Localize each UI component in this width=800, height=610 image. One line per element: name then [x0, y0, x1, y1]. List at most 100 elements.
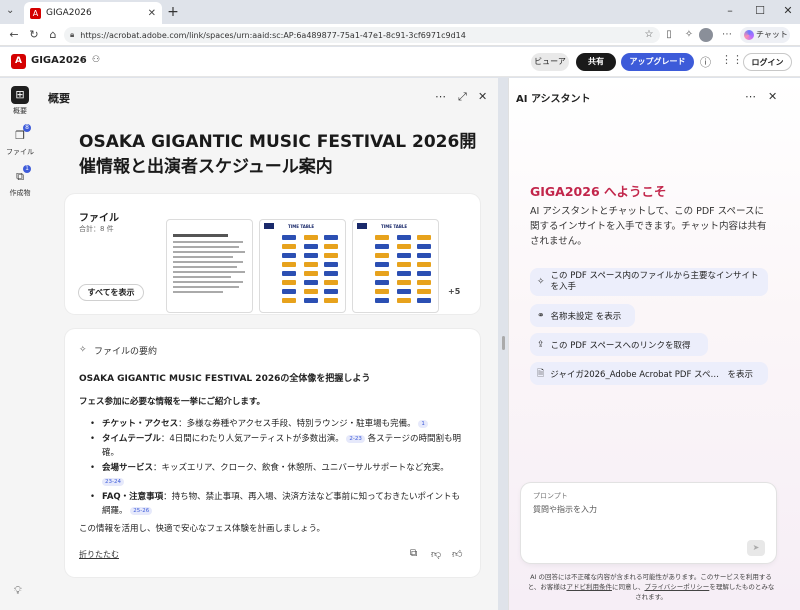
citation-ref[interactable]: 23-24 [102, 477, 124, 486]
apps-grid-icon[interactable]: ⋮⋮ [721, 53, 743, 66]
extensions-icon[interactable]: ✧ [682, 28, 696, 42]
ai-pane-title: AI アシスタント [516, 94, 591, 105]
document-icon: 🗎︎ [537, 368, 545, 379]
suggestion-label: この PDF スペース内のファイルから主要なインサイトを入手 [550, 271, 759, 292]
sparkle-icon: ✧ [537, 276, 545, 287]
file-thumbnail[interactable]: TIME TABLE [259, 219, 346, 313]
rail-item-files[interactable]: ❐ 8 ファイル [0, 124, 40, 157]
split-screen-icon[interactable]: ▯ [662, 28, 676, 42]
sparkle-summary-icon: ✧ [79, 345, 87, 355]
close-pane-icon[interactable]: ✕ [478, 90, 487, 103]
privacy-policy-link[interactable]: プライバシーポリシー [644, 583, 709, 591]
login-button[interactable]: ログイン [743, 53, 792, 71]
people-icon[interactable]: ⚇ [92, 55, 100, 65]
new-tab-button[interactable]: + [164, 3, 182, 21]
copilot-chat-label: チャット [756, 30, 788, 39]
left-rail [0, 78, 40, 610]
profile-avatar[interactable] [699, 28, 713, 42]
minimize-icon[interactable]: – [720, 2, 740, 20]
file-thumbnail[interactable] [166, 219, 253, 313]
bullet-text: ：4日間にわたり人気アーティストが多数出演。 [160, 434, 344, 444]
suggestion-key-insights[interactable]: ✧ この PDF スペース内のファイルから主要なインサイトを入手 [530, 268, 768, 296]
maximize-icon[interactable]: ☐ [750, 2, 770, 20]
share-icon: ⇪ [537, 339, 545, 350]
bullet-term: チケット・アクセス [102, 419, 179, 429]
summary-heading: OSAKA GIGANTIC MUSIC FESTIVAL 2026の全体像を把… [79, 374, 371, 384]
link-icon: ⚭ [537, 310, 545, 321]
browser-tab[interactable]: A GIGA2026 ✕ [24, 2, 162, 24]
citation-ref[interactable]: 25-26 [130, 506, 153, 515]
more-options-icon[interactable]: ⋯ [435, 90, 446, 103]
pane-title: 概要 [48, 92, 70, 105]
citation-ref[interactable]: 1 [418, 419, 428, 428]
suggestion-label: この PDF スペースへのリンクを取得 [550, 340, 691, 351]
pane-resize-handle[interactable] [502, 336, 505, 350]
list-item: FAQ・注意事項：持ち物、禁止事項、再入場、決済方法など事前に知っておきたいポイ… [90, 490, 468, 518]
suggestion-show-pdf-space[interactable]: 🗎︎ ジャイガ2026_Adobe Acrobat PDF スペ… を表示 [530, 362, 768, 385]
favorite-star-icon[interactable]: ☆ [642, 28, 656, 42]
home-icon[interactable]: ⌂ [45, 27, 61, 43]
rail-item-label: 作成物 [9, 189, 31, 197]
citation-ref[interactable]: 2-23 [346, 434, 365, 443]
files-count-badge: 8 [23, 124, 31, 132]
collapse-link[interactable]: 折りたたむ [79, 549, 119, 560]
url-text: https://acrobat.adobe.com/link/spaces/ur… [80, 30, 466, 40]
list-item: 会場サービス：キッズエリア、クローク、飲食・休憩所、ユニバーサルサポートなど充実… [90, 461, 468, 489]
thumbs-down-icon[interactable]: 👎︎ [431, 548, 441, 560]
thumbs-up-icon[interactable]: 👍︎ [452, 548, 462, 560]
document-title: OSAKA GIGANTIC MUSIC FESTIVAL 2026開催情報と出… [79, 132, 477, 177]
summary-label: ファイルの要約 [94, 347, 158, 357]
close-window-icon[interactable]: ✕ [778, 2, 798, 20]
files-label: ファイル [79, 213, 119, 224]
lightbulb-icon[interactable]: 💡︎ [14, 584, 22, 598]
close-tab-icon[interactable]: ✕ [148, 8, 156, 19]
copy-icon[interactable]: ⧉ [410, 548, 417, 559]
disclaimer-text: に同意し、 [611, 583, 645, 591]
more-files-count[interactable]: +5 [448, 287, 460, 296]
back-icon[interactable]: ← [6, 27, 22, 43]
close-ai-pane-icon[interactable]: ✕ [768, 90, 777, 103]
tab-title: GIGA2026 [46, 8, 92, 18]
refresh-icon[interactable]: ↻ [26, 27, 42, 43]
prompt-label: プロンプト [533, 492, 568, 500]
summary-bullets: チケット・アクセス：多様な券種やアクセス手段、特別ラウンジ・駐車場も完備。 1 … [90, 417, 468, 519]
upgrade-button[interactable]: アップグレード [621, 53, 694, 71]
files-count: 合計：8 件 [79, 225, 114, 233]
acrobat-logo-icon[interactable]: A [11, 54, 26, 69]
expand-icon[interactable]: ⤢ [458, 90, 467, 104]
suggestion-label: 名称未設定 を表示 [550, 311, 622, 322]
bullet-term: 会場サービス [102, 463, 154, 473]
rail-item-label: 概要 [13, 107, 27, 115]
share-button[interactable]: 共有 [576, 53, 616, 71]
suggestion-show-untitled[interactable]: ⚭ 名称未設定 を表示 [530, 304, 635, 327]
rail-item-creations[interactable]: ⧉ 1 作成物 [0, 165, 40, 198]
copilot-icon [744, 30, 754, 40]
tab-list-icon[interactable]: ⌄ [6, 5, 14, 16]
suggestion-get-link[interactable]: ⇪ この PDF スペースへのリンクを取得 [530, 333, 708, 356]
summary-subheading: フェス参加に必要な情報を一挙にご紹介します。 [79, 397, 265, 407]
list-item: チケット・アクセス：多様な券種やアクセス手段、特別ラウンジ・駐車場も完備。 1 [90, 417, 468, 431]
copilot-chat-button[interactable]: チャット [740, 27, 790, 43]
list-item: タイムテーブル：4日間にわたり人気アーティストが多数出演。 2-23 各ステージ… [90, 432, 468, 460]
ai-description: AI アシスタントとチャットして、この PDF スペースに関するインサイトを入手… [530, 206, 767, 247]
bullet-term: タイムテーブル [102, 434, 161, 444]
thumbnail-heading: TIME TABLE [381, 223, 408, 229]
thumbnail-heading: TIME TABLE [288, 223, 315, 229]
prompt-input[interactable] [533, 503, 733, 515]
send-button[interactable]: ➤ [747, 540, 765, 556]
url-field[interactable]: 🔒︎ https://acrobat.adobe.com/link/spaces… [64, 27, 660, 43]
help-icon[interactable]: ⓘ [700, 54, 711, 70]
file-thumbnail[interactable]: TIME TABLE [352, 219, 439, 313]
summary-closing: この情報を活用し、快適で安心なフェス体験を計画しましょう。 [79, 524, 325, 534]
terms-link[interactable]: アドビ利用条件 [566, 583, 612, 591]
bullet-term: FAQ・注意事項 [102, 492, 164, 502]
creations-count-badge: 1 [23, 165, 31, 173]
rail-item-overview[interactable]: ⊞ 概要 [0, 86, 40, 116]
suggestion-label: ジャイガ2026_Adobe Acrobat PDF スペ… を表示 [550, 369, 753, 380]
ai-more-options-icon[interactable]: ⋯ [745, 90, 756, 103]
more-menu-icon[interactable]: ⋯ [720, 28, 734, 42]
show-all-button[interactable]: すべてを表示 [78, 284, 144, 301]
viewer-badge: ビューア [531, 53, 569, 71]
rail-item-label: ファイル [6, 148, 34, 156]
chevron-down-icon[interactable]: ⌄ [78, 55, 86, 65]
